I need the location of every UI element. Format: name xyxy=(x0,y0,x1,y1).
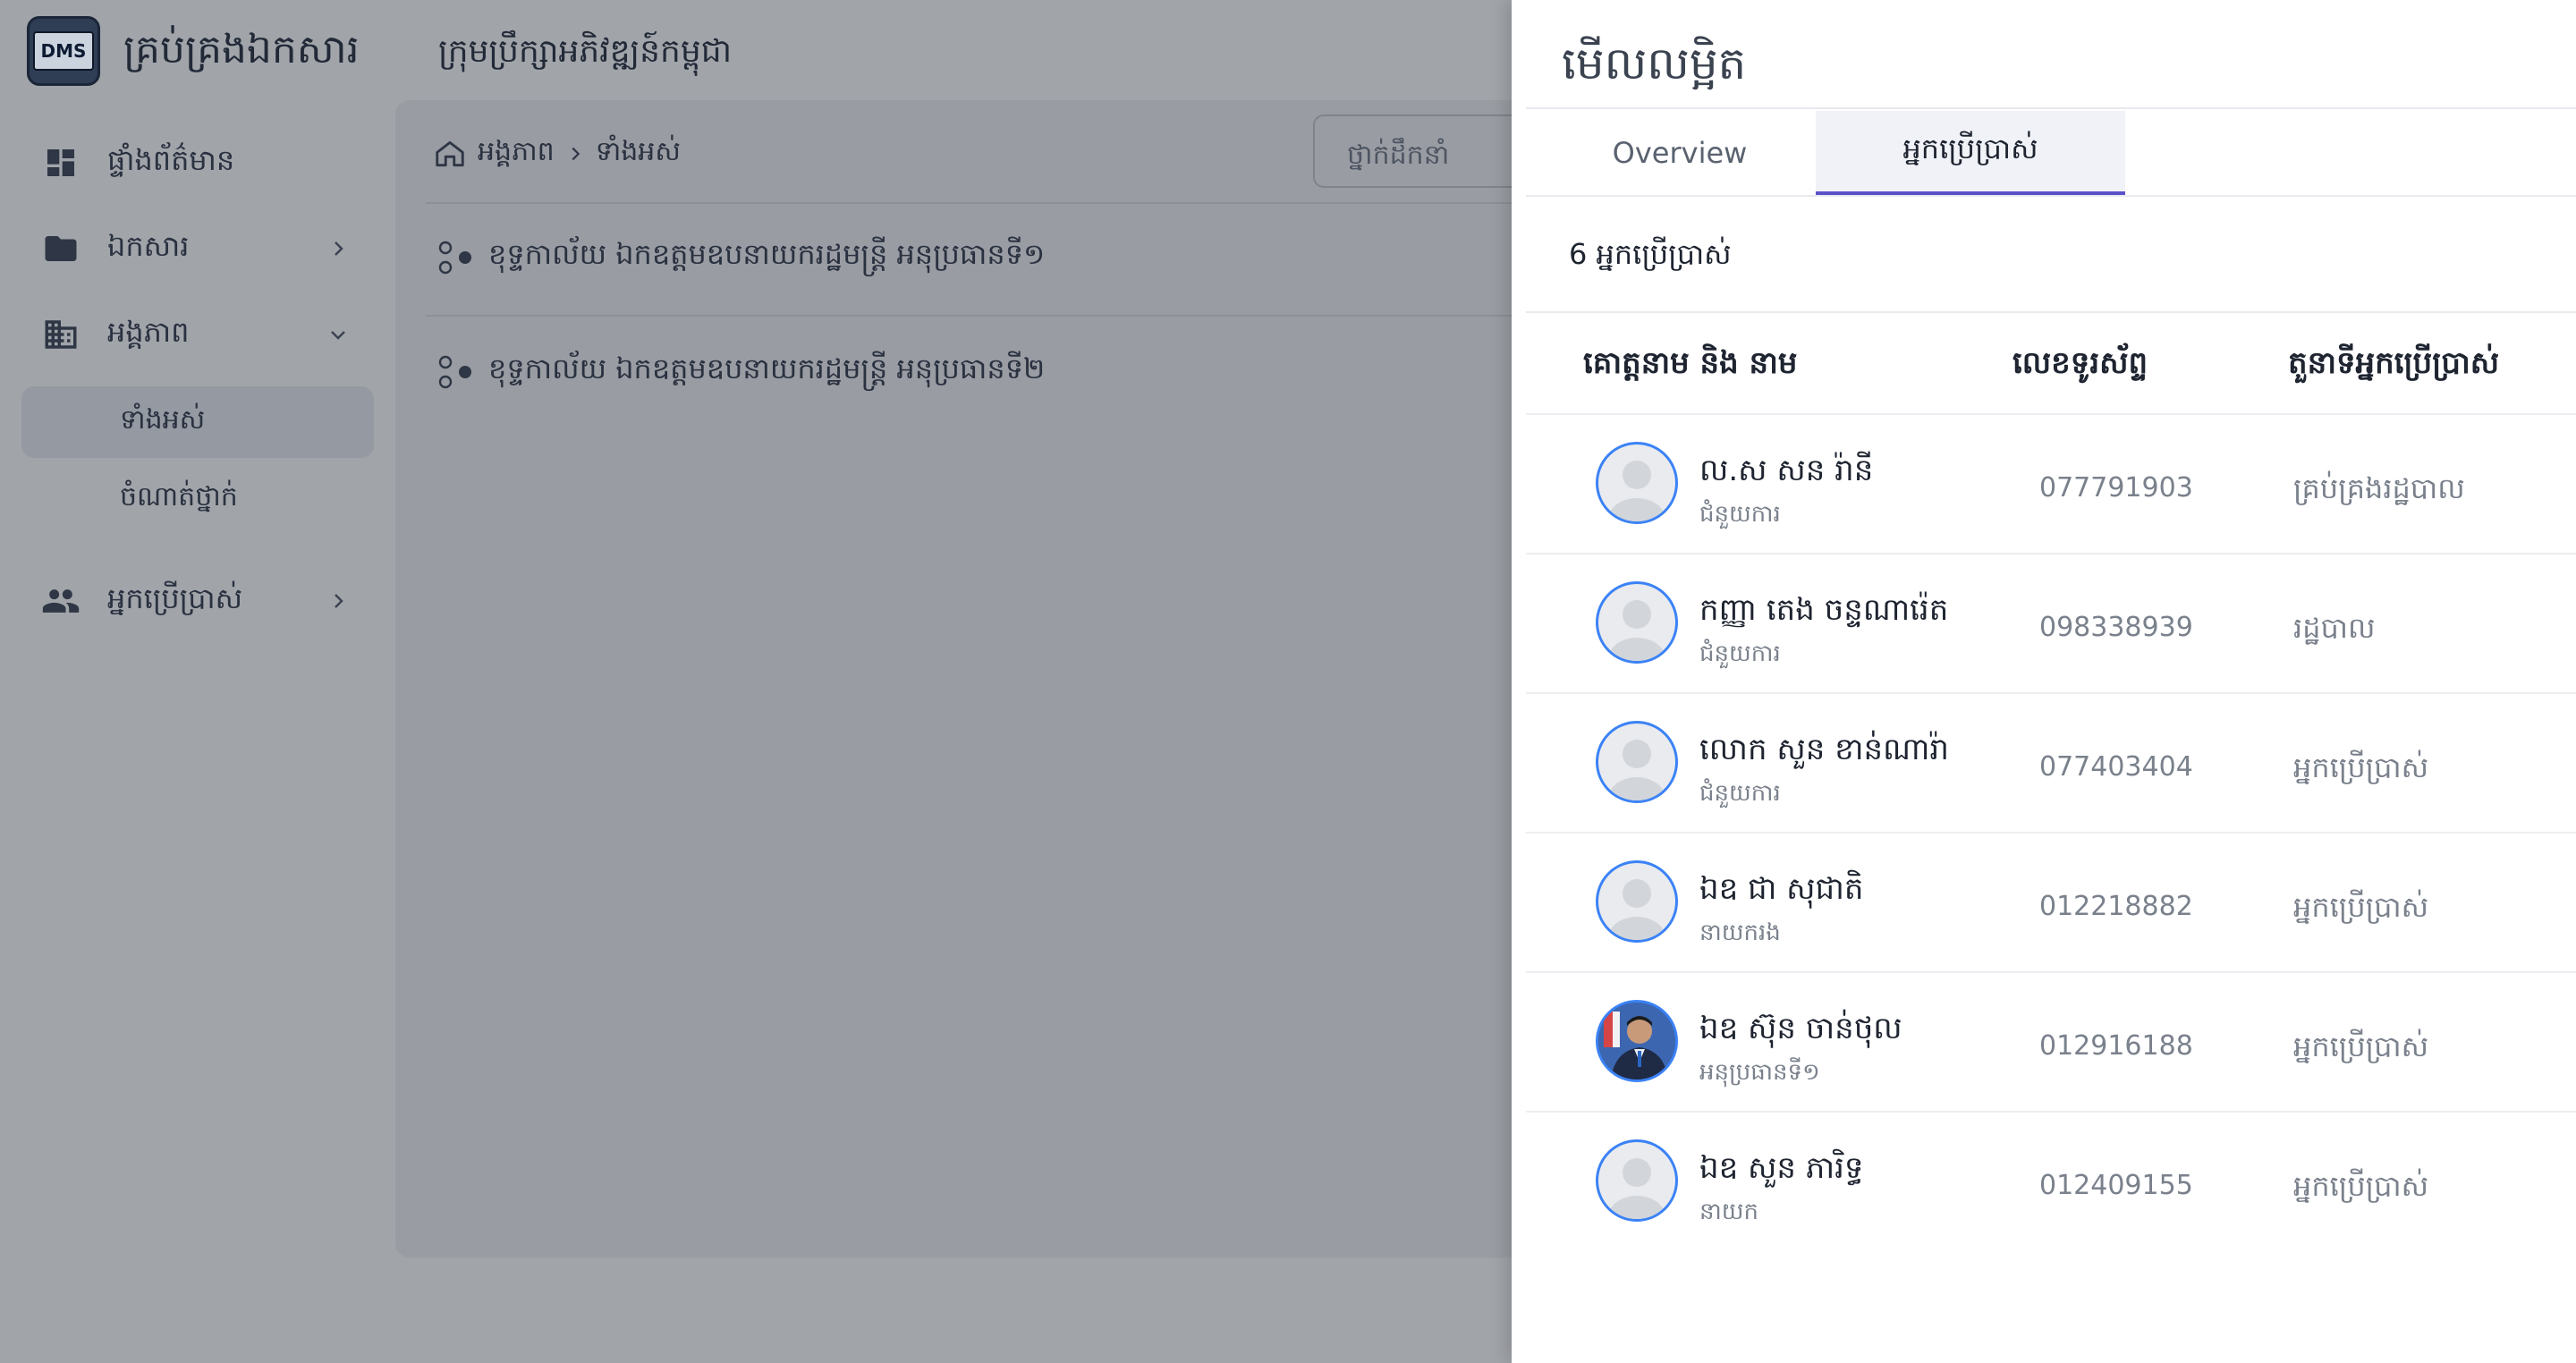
divider xyxy=(426,315,1687,317)
unit-name: ខុទ្ទកាល័យ ឯកឧត្តមឧបនាយករដ្ឋមន្ត្រី អនុប… xyxy=(488,351,1046,385)
user-position: នាយក xyxy=(1699,1198,1759,1225)
user-name: កញ្ញា តេង ចន្ទណារ៉េត xyxy=(1699,592,1949,628)
home-icon[interactable] xyxy=(433,137,467,171)
user-count: 6 អ្នកប្រើប្រាស់ xyxy=(1569,237,1732,271)
unit-list-item[interactable]: ខុទ្ទកាល័យ ឯកឧត្តមឧបនាយករដ្ឋមន្ត្រី អនុប… xyxy=(436,236,1045,278)
avatar xyxy=(1596,1139,1678,1222)
user-phone: 012409155 xyxy=(2039,1170,2193,1201)
user-type: អ្នកប្រើប្រាស់ xyxy=(2293,890,2429,924)
table-row[interactable]: ឯឧ ស៊ុន ចាន់ថុល អនុប្រធានទី១ 012916188 អ… xyxy=(1526,971,2576,1113)
hierarchy-icon xyxy=(438,355,471,388)
divider xyxy=(1526,311,2576,313)
user-position: ជំនួយការ xyxy=(1699,640,1781,667)
user-position: ជំនួយការ xyxy=(1699,780,1781,807)
column-header-phone[interactable]: លេខទូរស័ព្ទ xyxy=(2012,343,2148,388)
people-icon xyxy=(41,581,80,621)
sidebar-item-units[interactable]: អង្គភាព xyxy=(41,309,189,360)
avatar xyxy=(1596,581,1678,664)
tab-overview[interactable]: Overview xyxy=(1526,111,1834,195)
user-type: គ្រប់គ្រងរដ្ឋបាល xyxy=(2293,471,2465,505)
sidebar-item-label: ផ្ទាំងព័ត៌មាន xyxy=(107,142,235,177)
unit-name: ខុទ្ទកាល័យ ឯកឧត្តមឧបនាយករដ្ឋមន្ត្រី អនុប… xyxy=(488,237,1046,271)
sidebar-item-documents[interactable]: ឯកសារ xyxy=(41,224,189,274)
user-phone: 012916188 xyxy=(2039,1030,2193,1062)
table-row[interactable]: កញ្ញា តេង ចន្ទណារ៉េត ជំនួយការ 098338939 … xyxy=(1526,553,2576,694)
logo-text: DMS xyxy=(33,31,94,71)
user-position: អនុប្រធានទី១ xyxy=(1699,1059,1820,1086)
tab-users[interactable]: អ្នកប្រើប្រាស់ xyxy=(1816,111,2125,195)
app-title: គ្រប់គ្រងឯកសារ xyxy=(123,27,360,72)
hierarchy-icon xyxy=(438,241,471,274)
detail-drawer: មើលលម្អិត Overview អ្នកប្រើប្រាស់ 6 អ្នក… xyxy=(1512,0,2576,1363)
avatar xyxy=(1596,860,1678,943)
sidebar-item-label: ឯកសារ xyxy=(107,228,190,263)
table-row[interactable]: ល.ស សន រ៉ានី ជំនួយការ 077791903 គ្រប់គ្រ… xyxy=(1526,413,2576,555)
user-name: លោក សួន ខាន់ណារ៉ា xyxy=(1699,732,1949,767)
user-type: អ្នកប្រើប្រាស់ xyxy=(2293,1029,2429,1063)
chevron-down-icon[interactable] xyxy=(327,324,349,345)
sidebar-subitem-all[interactable]: ទាំងអស់ xyxy=(120,402,205,442)
divider xyxy=(1526,195,2576,197)
divider xyxy=(1526,107,2576,109)
chevron-right-icon[interactable] xyxy=(327,238,349,259)
user-name: ឯឧ សួន ភារិទ្ធ xyxy=(1699,1150,1864,1186)
table-row[interactable]: ឯឧ ជា សុជាតិ នាយករង 012218882 អ្នកប្រើប្… xyxy=(1526,832,2576,973)
user-phone: 077791903 xyxy=(2039,472,2193,504)
user-phone: 077403404 xyxy=(2039,751,2193,783)
column-header-name[interactable]: គោត្តនាម និង នាម xyxy=(1583,343,1798,388)
user-type: រដ្ឋបាល xyxy=(2293,611,2376,645)
user-type: អ្នកប្រើប្រាស់ xyxy=(2293,750,2429,784)
user-name: ល.ស សន រ៉ានី xyxy=(1699,453,1874,488)
app-logo[interactable]: DMS xyxy=(27,16,100,86)
dashboard-icon xyxy=(41,143,80,182)
sidebar-item-dashboard[interactable]: ផ្ទាំងព័ត៌មាន xyxy=(41,138,234,188)
user-name: ឯឧ ស៊ុន ចាន់ថុល xyxy=(1699,1011,1902,1046)
user-type: អ្នកប្រើប្រាស់ xyxy=(2293,1169,2429,1203)
divider xyxy=(426,202,1687,204)
user-position: ជំនួយការ xyxy=(1699,501,1781,528)
sidebar-item-label: អង្គភាព xyxy=(107,314,190,349)
avatar xyxy=(1596,721,1678,803)
table-row[interactable]: លោក សួន ខាន់ណារ៉ា ជំនួយការ 077403404 អ្ន… xyxy=(1526,692,2576,834)
sidebar-item-label: អ្នកប្រើប្រាស់ xyxy=(107,580,243,615)
user-name: ឯឧ ជា សុជាតិ xyxy=(1699,871,1864,907)
avatar-photo xyxy=(1596,1000,1678,1082)
sidebar-item-users[interactable]: អ្នកប្រើប្រាស់ xyxy=(41,576,242,626)
unit-list-item[interactable]: ខុទ្ទកាល័យ ឯកឧត្តមឧបនាយករដ្ឋមន្ត្រី អនុប… xyxy=(436,351,1045,393)
chevron-right-icon[interactable] xyxy=(327,590,349,612)
breadcrumb: អង្គភាព ទាំងអស់ xyxy=(433,134,691,174)
organization-name: ក្រុមប្រឹក្សាអភិវឌ្ឍន៍កម្ពុជា xyxy=(438,33,733,70)
column-header-user-type[interactable]: តួនាទីអ្នកប្រើប្រាស់ xyxy=(2288,343,2499,388)
folder-icon xyxy=(41,229,80,268)
user-phone: 098338939 xyxy=(2039,612,2193,643)
table-row[interactable]: ឯឧ សួន ភារិទ្ធ នាយក 012409155 អ្នកប្រើប្… xyxy=(1526,1111,2576,1252)
user-phone: 012218882 xyxy=(2039,891,2193,922)
breadcrumb-item[interactable]: អង្គភាព xyxy=(478,134,555,174)
building-icon xyxy=(41,315,80,354)
avatar xyxy=(1596,442,1678,524)
chevron-right-icon xyxy=(572,147,580,161)
sidebar-subitem-ranks[interactable]: ចំណាត់ថ្នាក់ xyxy=(120,479,238,519)
drawer-title: មើលលម្អិត xyxy=(1562,38,1747,89)
user-position: នាយករង xyxy=(1699,919,1781,946)
breadcrumb-current: ទាំងអស់ xyxy=(595,136,681,167)
